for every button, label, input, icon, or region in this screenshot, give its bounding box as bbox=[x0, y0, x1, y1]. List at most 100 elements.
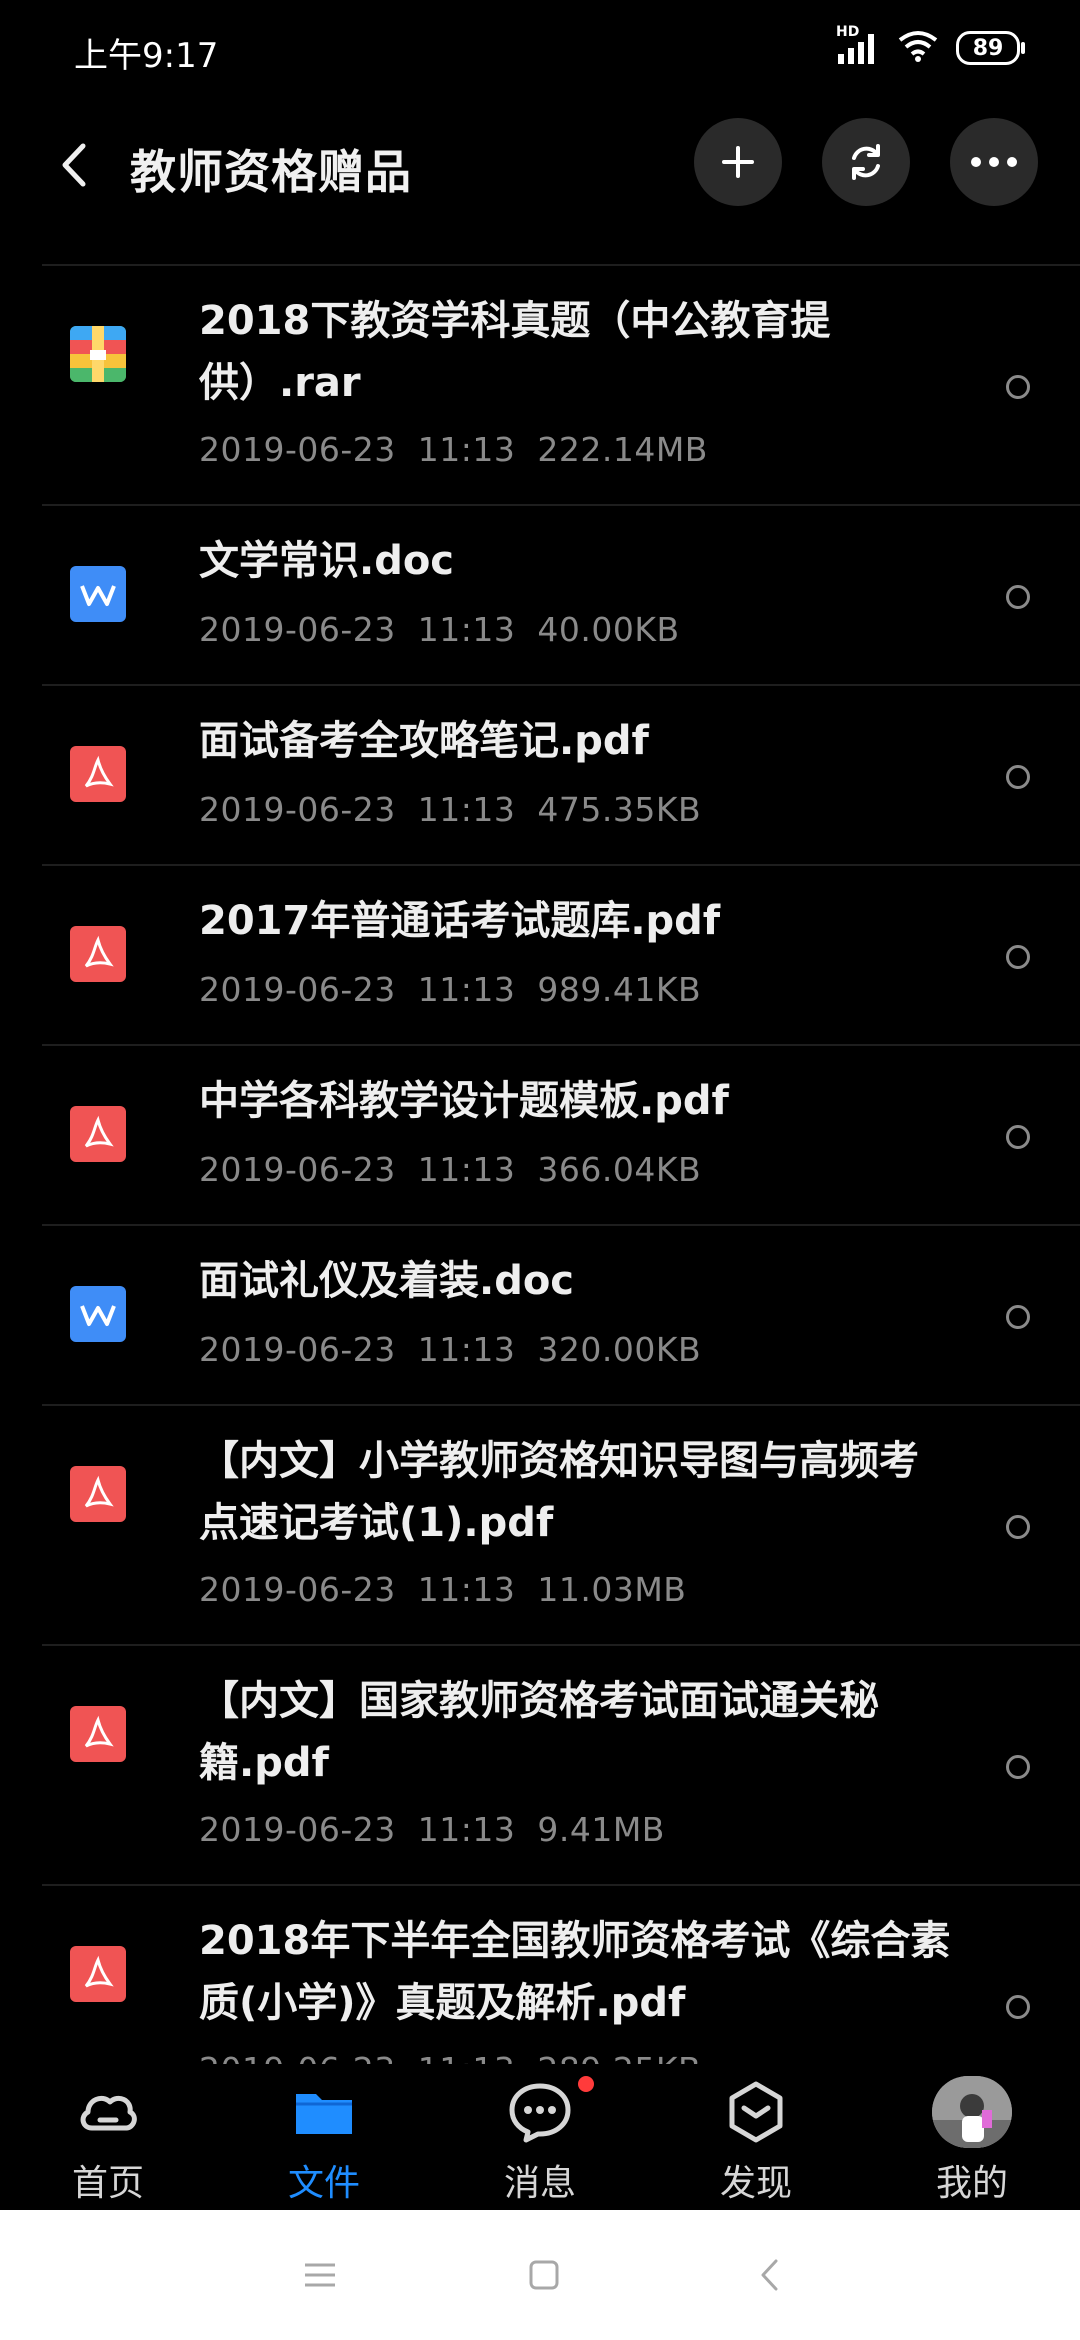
file-size: 40.00KB bbox=[537, 610, 680, 649]
rar-file-icon bbox=[70, 326, 126, 382]
file-name: 2017年普通话考试题库.pdf bbox=[199, 898, 721, 944]
file-list: 2018下教资学科真题（中公教育提供）.rar 2019-06-23 11:13… bbox=[42, 264, 1080, 2064]
file-name: 中学各科教学设计题模板.pdf bbox=[199, 1078, 729, 1124]
doc-file-icon bbox=[70, 1286, 126, 1342]
file-row[interactable]: 文学常识.doc 2019-06-23 11:13 40.00KB bbox=[42, 504, 1080, 684]
file-time: 11:13 bbox=[417, 1330, 516, 1369]
back-nav-button[interactable] bbox=[740, 2250, 800, 2300]
select-radio[interactable] bbox=[1006, 1515, 1030, 1539]
file-meta: 2019-06-23 11:13 320.00KB bbox=[199, 1330, 701, 1369]
signal-icon: HD bbox=[836, 24, 880, 66]
file-time: 11:13 bbox=[417, 430, 516, 469]
file-size: 475.35KB bbox=[537, 790, 702, 829]
file-meta: 2019-06-23 11:13 222.14MB bbox=[199, 430, 708, 469]
file-row[interactable]: 【内文】国家教师资格考试面试通关秘籍.pdf 2019-06-23 11:13 … bbox=[42, 1644, 1080, 1884]
pdf-file-icon bbox=[70, 1706, 126, 1762]
avatar bbox=[932, 2076, 1012, 2148]
refresh-icon bbox=[852, 144, 880, 180]
tab-label: 文件 bbox=[287, 2163, 360, 2204]
pdf-file-icon bbox=[70, 926, 126, 982]
file-time: 11:13 bbox=[418, 2050, 516, 2064]
file-name: 2018年下半年全国教师资格考试《综合素质(小学)》真题及解析.pdf bbox=[199, 1918, 951, 2026]
file-size: 320.00KB bbox=[537, 1330, 702, 1369]
file-name: 面试礼仪及着装.doc bbox=[199, 1258, 575, 1304]
file-row[interactable]: 【内文】小学教师资格知识导图与高频考点速记考试(1).pdf 2019-06-2… bbox=[42, 1404, 1080, 1644]
status-icons: HD 89 bbox=[836, 24, 1025, 70]
home-nav-button[interactable] bbox=[514, 2250, 574, 2300]
file-meta: 2019-06-23 11:13 289.25KB bbox=[199, 2050, 701, 2064]
header: 教师资格赠品 bbox=[0, 110, 1080, 220]
status-time: 上午9:17 bbox=[74, 36, 219, 76]
pdf-file-icon bbox=[70, 1106, 126, 1162]
file-date: 2019-06-23 bbox=[199, 2050, 396, 2064]
file-row[interactable]: 中学各科教学设计题模板.pdf 2019-06-23 11:13 366.04K… bbox=[42, 1044, 1080, 1224]
file-size: 289.25KB bbox=[537, 2050, 701, 2064]
file-row[interactable]: 面试礼仪及着装.doc 2019-06-23 11:13 320.00KB bbox=[42, 1224, 1080, 1404]
file-date: 2019-06-23 bbox=[199, 430, 396, 469]
pdf-file-icon bbox=[70, 746, 126, 802]
file-time: 11:13 bbox=[417, 1810, 516, 1849]
file-meta: 2019-06-23 11:13 9.41MB bbox=[199, 1810, 665, 1849]
file-time: 11:13 bbox=[417, 610, 516, 649]
file-date: 2019-06-23 bbox=[199, 1570, 396, 1609]
file-row[interactable]: 2017年普通话考试题库.pdf 2019-06-23 11:13 989.41… bbox=[42, 864, 1080, 1044]
file-meta: 2019-06-23 11:13 11.03MB bbox=[199, 1570, 686, 1609]
back-triangle-icon bbox=[761, 2259, 778, 2291]
file-date: 2019-06-23 bbox=[199, 970, 396, 1009]
file-row[interactable]: 面试备考全攻略笔记.pdf 2019-06-23 11:13 475.35KB bbox=[42, 684, 1080, 864]
sync-button[interactable] bbox=[822, 118, 910, 206]
file-name: 2018下教资学科真题（中公教育提供）.rar bbox=[199, 298, 831, 406]
unread-badge bbox=[578, 2076, 594, 2092]
tab-label: 消息 bbox=[503, 2163, 576, 2204]
battery-indicator: 89 bbox=[956, 31, 1025, 65]
file-date: 2019-06-23 bbox=[199, 610, 396, 649]
file-date: 2019-06-23 bbox=[199, 790, 396, 829]
tab-me[interactable]: 我的 bbox=[872, 2076, 1072, 2206]
square-icon bbox=[529, 2260, 559, 2290]
tab-label: 发现 bbox=[719, 2163, 792, 2204]
file-date: 2019-06-23 bbox=[199, 1810, 396, 1849]
select-radio[interactable] bbox=[1006, 585, 1030, 609]
menu-icon bbox=[305, 2263, 335, 2287]
bottom-tab-bar: 首页 文件 消息 发现 我的 bbox=[0, 2070, 1080, 2210]
select-radio[interactable] bbox=[1006, 765, 1030, 789]
tab-files[interactable]: 文件 bbox=[224, 2076, 424, 2206]
menu-nav-button[interactable] bbox=[290, 2250, 350, 2300]
cloud-icon bbox=[80, 2095, 137, 2131]
tab-discover[interactable]: 发现 bbox=[656, 2076, 856, 2206]
status-bar: 上午9:17 HD 89 bbox=[0, 0, 1080, 100]
file-meta: 2019-06-23 11:13 40.00KB bbox=[199, 610, 680, 649]
select-radio[interactable] bbox=[1006, 1305, 1030, 1329]
file-time: 11:13 bbox=[417, 790, 516, 829]
folder-icon bbox=[296, 2094, 352, 2134]
discover-icon bbox=[729, 2081, 783, 2143]
more-button[interactable] bbox=[950, 118, 1038, 206]
file-time: 11:13 bbox=[417, 970, 516, 1009]
file-name: 面试备考全攻略笔记.pdf bbox=[199, 718, 649, 764]
add-button[interactable] bbox=[694, 118, 782, 206]
select-radio[interactable] bbox=[1006, 945, 1030, 969]
tab-messages[interactable]: 消息 bbox=[440, 2076, 640, 2206]
plus-icon bbox=[722, 146, 754, 178]
tab-label: 我的 bbox=[935, 2163, 1008, 2204]
select-radio[interactable] bbox=[1006, 1755, 1030, 1779]
more-icon bbox=[971, 157, 1017, 167]
file-meta: 2019-06-23 11:13 366.04KB bbox=[199, 1150, 701, 1189]
network-type-label: HD bbox=[836, 24, 860, 40]
file-row[interactable]: 2018年下半年全国教师资格考试《综合素质(小学)》真题及解析.pdf 2019… bbox=[42, 1884, 1080, 2064]
file-row[interactable]: 2018下教资学科真题（中公教育提供）.rar 2019-06-23 11:13… bbox=[42, 264, 1080, 504]
file-meta: 2019-06-23 11:13 475.35KB bbox=[199, 790, 701, 829]
select-radio[interactable] bbox=[1006, 1125, 1030, 1149]
file-date: 2019-06-23 bbox=[199, 1150, 396, 1189]
system-nav-bar bbox=[0, 2210, 1080, 2340]
file-size: 11.03MB bbox=[537, 1570, 687, 1609]
select-radio[interactable] bbox=[1006, 1995, 1030, 2019]
file-name: 【内文】国家教师资格考试面试通关秘籍.pdf bbox=[199, 1678, 879, 1786]
back-arrow-icon bbox=[62, 143, 86, 187]
file-name: 文学常识.doc bbox=[199, 538, 455, 584]
select-radio[interactable] bbox=[1006, 375, 1030, 399]
tab-label: 首页 bbox=[71, 2163, 144, 2204]
tab-home[interactable]: 首页 bbox=[8, 2076, 208, 2206]
pdf-file-icon bbox=[70, 1466, 126, 1522]
back-button[interactable] bbox=[44, 132, 104, 198]
